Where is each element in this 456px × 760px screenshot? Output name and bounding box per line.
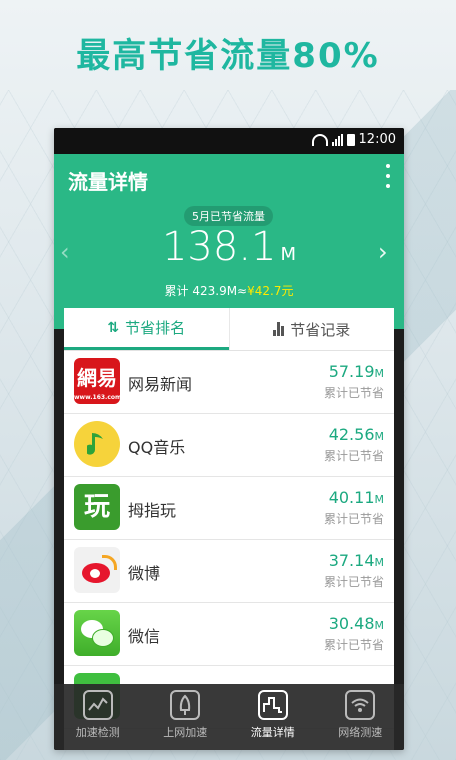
saved-amount-unit: M xyxy=(374,430,385,443)
wechat-icon xyxy=(74,610,120,656)
list-item[interactable]: 網易 www.163.com 网易新闻 57.19M 累计已节省 xyxy=(64,351,394,414)
wifi-icon xyxy=(311,133,328,146)
app-name: 网易新闻 xyxy=(128,375,193,394)
list-item[interactable]: 微博 37.14M 累计已节省 xyxy=(64,540,394,603)
saved-caption: 累计已节省 xyxy=(323,512,384,526)
next-month-arrow-icon[interactable]: › xyxy=(378,238,398,266)
saved-amount-value: 37.14 xyxy=(328,551,375,570)
sort-icon: ⇅ xyxy=(107,319,120,336)
saved-amount-unit: M xyxy=(374,556,385,569)
saved-caption: 累计已节省 xyxy=(323,449,384,463)
saved-amount-unit: M xyxy=(374,367,385,380)
rocket-icon xyxy=(170,690,201,720)
app-name: QQ音乐 xyxy=(128,438,186,457)
tab-savings-records[interactable]: 节省记录 xyxy=(228,308,395,350)
speed-test-icon xyxy=(82,690,113,720)
status-time: 12:00 xyxy=(358,132,396,147)
tab-label: 节省排名 xyxy=(125,319,186,337)
list-item[interactable]: QQ音乐 42.56M 累计已节省 xyxy=(64,414,394,477)
list-item[interactable]: 微信 30.48M 累计已节省 xyxy=(64,603,394,666)
app-name: 拇指玩 xyxy=(128,501,177,520)
saved-caption: 累计已节省 xyxy=(323,386,384,400)
wifi-icon xyxy=(345,690,376,720)
traffic-chart-icon xyxy=(257,690,288,720)
app-name: 微信 xyxy=(128,627,161,646)
saved-amount-unit: M xyxy=(374,493,385,506)
list-item[interactable]: 玩 拇指玩 40.11M 累计已节省 xyxy=(64,477,394,540)
nav-network-speed[interactable]: 网络测速 xyxy=(317,684,405,750)
tab-savings-ranking[interactable]: ⇅ 节省排名 xyxy=(64,308,229,350)
saved-amount: 30.48M xyxy=(329,614,384,633)
nav-label: 加速检测 xyxy=(75,726,120,739)
status-bar: 12:00 xyxy=(54,128,404,154)
nav-label: 网络测速 xyxy=(338,726,383,739)
battery-icon xyxy=(346,133,355,146)
bar-chart-icon xyxy=(273,322,285,336)
phone-frame: 12:00 流量详情 5月已节省流量 ‹ 138.1 M › 累计 423.9M≈… xyxy=(54,128,404,750)
month-label: 5月已节省流量 xyxy=(184,206,273,226)
saved-amount: 40.11M xyxy=(329,488,384,507)
more-menu-icon[interactable] xyxy=(384,164,392,188)
saved-traffic-value: 138.1 M xyxy=(54,224,404,270)
muzhiwan-icon: 玩 xyxy=(74,484,120,530)
tab-label: 节省记录 xyxy=(290,320,351,339)
summary-header: 流量详情 5月已节省流量 ‹ 138.1 M › 累计 423.9M≈¥42.7元 xyxy=(54,154,404,329)
weibo-icon xyxy=(74,547,120,593)
saved-amount-value: 40.11 xyxy=(328,488,375,507)
nav-traffic-details[interactable]: 流量详情 xyxy=(229,684,317,750)
saved-traffic-number: 138.1 xyxy=(161,224,277,270)
qq-music-icon xyxy=(74,421,120,467)
cumulative-money: ¥42.7元 xyxy=(247,284,294,298)
signal-icon xyxy=(331,133,343,146)
saved-amount-value: 57.19 xyxy=(328,362,375,381)
saved-traffic-unit: M xyxy=(280,244,297,265)
cumulative-summary: 累计 423.9M≈¥42.7元 xyxy=(54,282,404,299)
netease-news-icon: 網易 www.163.com xyxy=(74,358,120,404)
app-name: 微博 xyxy=(128,564,161,583)
saved-amount: 42.56M xyxy=(329,425,384,444)
tab-bar: ⇅ 节省排名 节省记录 xyxy=(64,308,394,351)
nav-internet-boost[interactable]: 上网加速 xyxy=(142,684,230,750)
promo-headline: 最高节省流量80% xyxy=(76,36,380,76)
saved-amount: 57.19M xyxy=(329,362,384,381)
saved-caption: 累计已节省 xyxy=(323,638,384,652)
saved-amount-unit: M xyxy=(374,619,385,632)
bottom-nav: 加速检测 上网加速 流量详情 网络测速 xyxy=(54,684,404,750)
nav-speed-test[interactable]: 加速检测 xyxy=(54,684,142,750)
nav-label: 上网加速 xyxy=(163,726,208,739)
cumulative-traffic: 累计 423.9M≈ xyxy=(164,284,248,298)
saved-amount-value: 42.56 xyxy=(328,425,375,444)
saved-amount: 37.14M xyxy=(329,551,384,570)
saved-amount-value: 30.48 xyxy=(328,614,375,633)
saved-caption: 累计已节省 xyxy=(323,575,384,589)
nav-label: 流量详情 xyxy=(250,726,295,739)
page-title: 流量详情 xyxy=(68,170,148,194)
